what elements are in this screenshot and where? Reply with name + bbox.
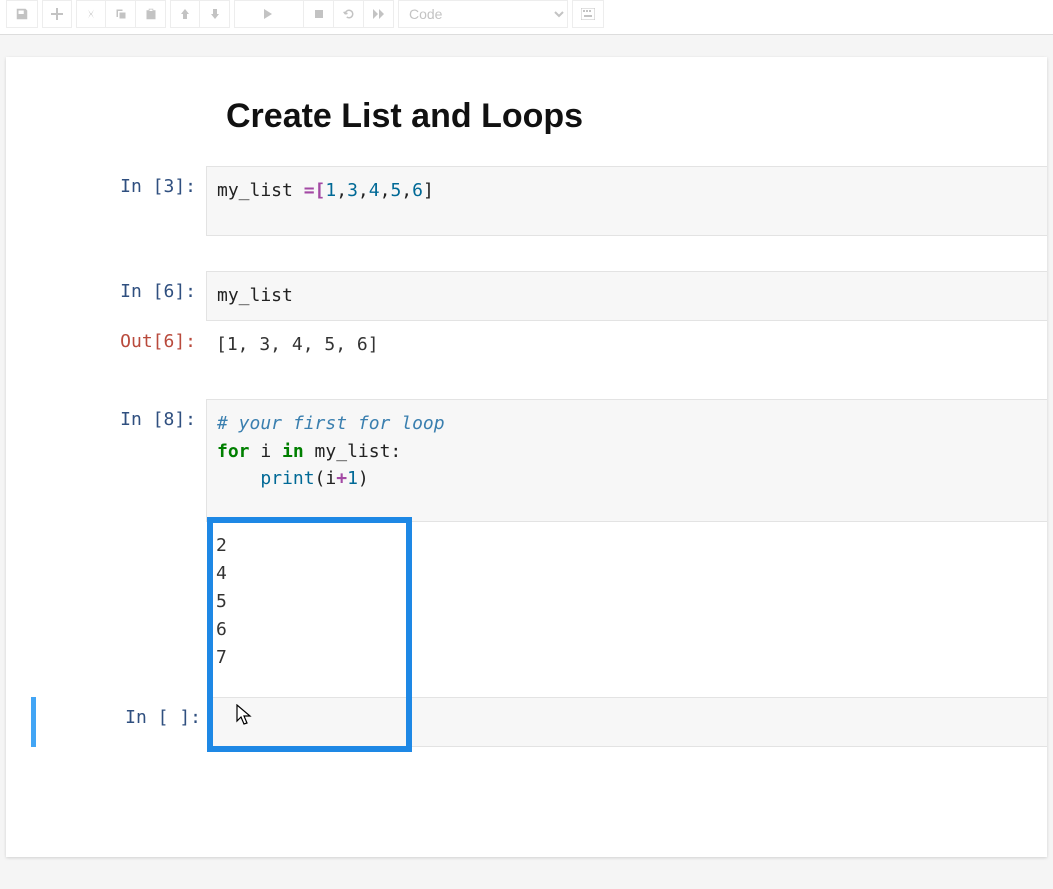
fast-forward-icon: [373, 8, 385, 20]
markdown-cell[interactable]: Create List and Loops: [6, 97, 1047, 166]
in-prompt: In [8]:: [6, 399, 206, 523]
output-row: Out[6]: [1, 3, 4, 5, 6]: [6, 321, 1047, 369]
paste-icon: [145, 8, 157, 20]
cut-icon: [85, 8, 97, 20]
stop-icon: [314, 9, 324, 19]
add-cell-button[interactable]: [42, 0, 72, 28]
code-cell-active[interactable]: In [ ]:: [31, 697, 1047, 747]
in-prompt: In [ ]:: [36, 697, 211, 747]
notebook-container: Create List and Loops In [3]: my_list =[…: [6, 57, 1047, 857]
run-button[interactable]: [234, 0, 304, 28]
code-cell[interactable]: In [3]: my_list =[1,3,4,5,6]: [6, 166, 1047, 236]
code-input[interactable]: my_list: [206, 271, 1047, 321]
code-input[interactable]: # your first for loop for i in my_list: …: [206, 399, 1047, 523]
save-icon: [15, 7, 29, 21]
move-down-button[interactable]: [200, 0, 230, 28]
copy-button[interactable]: [106, 0, 136, 28]
out-prompt: Out[6]:: [6, 321, 206, 369]
heading: Create List and Loops: [226, 97, 1027, 136]
cell-output: 2 4 5 6 7: [206, 522, 1047, 681]
code-cell[interactable]: In [6]: my_list: [6, 271, 1047, 321]
code-input[interactable]: [211, 697, 1047, 747]
copy-icon: [115, 8, 127, 20]
arrow-up-icon: [180, 9, 190, 19]
in-prompt: In [6]:: [6, 271, 206, 321]
cell-output: [1, 3, 4, 5, 6]: [206, 321, 1047, 369]
save-button[interactable]: [6, 0, 38, 28]
out-prompt: [6, 522, 206, 681]
keyboard-icon: [581, 8, 595, 20]
arrow-down-icon: [210, 9, 220, 19]
restart-icon: [343, 8, 355, 20]
command-palette-button[interactable]: [572, 0, 604, 28]
interrupt-button[interactable]: [304, 0, 334, 28]
paste-button[interactable]: [136, 0, 166, 28]
restart-button[interactable]: [334, 0, 364, 28]
restart-run-button[interactable]: [364, 0, 394, 28]
cut-button[interactable]: [76, 0, 106, 28]
output-row: 2 4 5 6 7: [6, 522, 1047, 681]
in-prompt: In [3]:: [6, 166, 206, 236]
run-icon: [264, 9, 274, 19]
code-cell[interactable]: In [8]: # your first for loop for i in m…: [6, 399, 1047, 523]
move-up-button[interactable]: [170, 0, 200, 28]
code-input[interactable]: my_list =[1,3,4,5,6]: [206, 166, 1047, 236]
plus-icon: [51, 8, 63, 20]
toolbar: Code: [0, 0, 1053, 35]
cell-type-select[interactable]: Code: [398, 0, 568, 28]
